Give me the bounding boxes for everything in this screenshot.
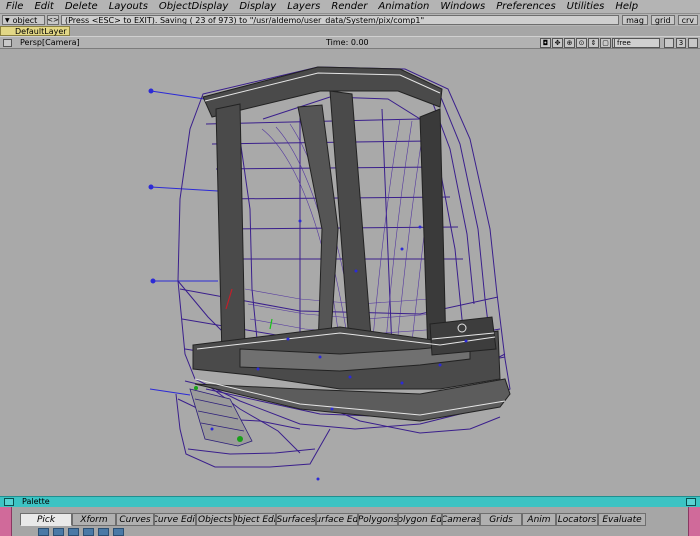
menu-layers[interactable]: Layers [287, 1, 320, 12]
frame-icon[interactable]: ▢ [600, 38, 611, 48]
pick-template-icon[interactable] [98, 528, 109, 536]
menu-render[interactable]: Render [331, 1, 367, 12]
menu-animation[interactable]: Animation [378, 1, 429, 12]
menu-display[interactable]: Display [239, 1, 276, 12]
menu-preferences[interactable]: Preferences [496, 1, 555, 12]
palette-close-button[interactable] [4, 498, 14, 506]
rear-pillar [297, 104, 339, 350]
perspective-viewport[interactable] [0, 49, 700, 496]
palette-tab-locators[interactable]: Locators [556, 513, 598, 526]
green-axis-marker [269, 318, 273, 330]
menu-utilities[interactable]: Utilities [567, 1, 605, 12]
palette-collapse-button[interactable] [686, 498, 696, 506]
palette-tab-curve-edit[interactable]: Curve Edit [154, 513, 196, 526]
viewport-header: Persp[Camera] Time: 0.00 ◘✥⊕⊙⇕▢# free 3 [0, 36, 700, 49]
menu-help[interactable]: Help [615, 1, 638, 12]
pick-point-icon[interactable] [68, 528, 79, 536]
prompt-line: ▼ object <> (Press <ESC> to EXIT). Savin… [0, 14, 700, 26]
viewport-title: Persp[Camera] [20, 38, 80, 47]
grid-button[interactable]: grid [650, 15, 675, 25]
palette-tab-objects[interactable]: Objects [196, 513, 234, 526]
viewport-time: Time: 0.00 [326, 38, 369, 47]
locator-point[interactable] [148, 88, 154, 94]
viewport-toggle-icon[interactable] [664, 38, 674, 48]
palette-tabs: PickXformCurvesCurve EditObjectsObject E… [20, 513, 646, 526]
palette-tab-anim[interactable]: Anim [522, 513, 556, 526]
right-pillar [419, 108, 447, 356]
zoom-icon[interactable]: ⊕ [564, 38, 575, 48]
viewport-number[interactable]: 3 [676, 38, 686, 48]
shaded-frame [192, 66, 511, 422]
menu-delete[interactable]: Delete [65, 1, 98, 12]
camera-icon[interactable]: ◘ [540, 38, 551, 48]
wireframe-model-canvas[interactable] [0, 49, 700, 496]
pick-mode-label: object [12, 15, 38, 25]
magnify-icon[interactable]: ⊙ [576, 38, 587, 48]
palette-tab-polygons[interactable]: Polygons [358, 513, 398, 526]
palette-titlebar: Palette [0, 496, 700, 507]
layer-bar: DefaultLayer [0, 26, 700, 36]
palette-tool-icons [38, 528, 128, 536]
viewport-tools: ◘✥⊕⊙⇕▢# [540, 38, 624, 48]
menu-windows[interactable]: Windows [440, 1, 485, 12]
viewport-maximize-icon[interactable] [688, 38, 698, 48]
green-pivot-dot[interactable] [237, 436, 243, 442]
pick-nothing-icon[interactable] [113, 528, 124, 536]
pick-curve-icon[interactable] [83, 528, 94, 536]
palette-tab-object-edit[interactable]: Object Edit [234, 513, 276, 526]
menu-layouts[interactable]: Layouts [109, 1, 148, 12]
mag-button[interactable]: mag [622, 15, 648, 25]
dolly-icon[interactable]: ⇕ [588, 38, 599, 48]
crv-button[interactable]: crv [677, 15, 698, 25]
palette-tab-evaluate[interactable]: Evaluate [598, 513, 646, 526]
triangle-icon: ▼ [5, 16, 10, 24]
default-layer-tab[interactable]: DefaultLayer [0, 26, 70, 36]
pick-component-icon[interactable] [53, 528, 64, 536]
locator-point[interactable] [148, 184, 154, 190]
palette-tab-surface-edit[interactable]: Surface Edit [316, 513, 358, 526]
pick-object-icon[interactable] [38, 528, 49, 536]
prompt-history-button[interactable]: <> [47, 15, 59, 25]
prompt-message-field[interactable]: (Press <ESC> to EXIT). Saving ( 23 of 97… [61, 15, 620, 25]
viewport-close-button[interactable] [3, 39, 12, 47]
locator-point[interactable] [150, 278, 156, 284]
palette-tab-surfaces[interactable]: Surfaces [276, 513, 316, 526]
palette-tab-xform[interactable]: Xform [72, 513, 116, 526]
palette-tab-grids[interactable]: Grids [480, 513, 522, 526]
palette-panel: PickXformCurvesCurve EditObjectsObject E… [0, 507, 700, 536]
menu-objectdisplay[interactable]: ObjectDisplay [159, 1, 228, 12]
menu-edit[interactable]: Edit [34, 1, 53, 12]
menu-bar: File Edit Delete Layouts ObjectDisplay Displa… [0, 0, 700, 14]
palette-title: Palette [22, 497, 50, 506]
locator-line [149, 388, 191, 396]
view-mode-field[interactable]: free [614, 38, 660, 48]
locator-line [150, 186, 219, 192]
left-pillar [215, 103, 246, 358]
palette-left-edge [0, 507, 12, 536]
palette-right-edge [688, 507, 700, 536]
palette-tab-cameras[interactable]: Cameras [442, 513, 480, 526]
palette-tab-curves[interactable]: Curves [116, 513, 154, 526]
pick-mode-selector[interactable]: ▼ object [2, 15, 45, 25]
palette-tab-polygon-edit[interactable]: Polygon Edit [398, 513, 442, 526]
green-pivot-dot[interactable] [194, 386, 198, 390]
menu-file[interactable]: File [6, 1, 23, 12]
palette-tab-pick[interactable]: Pick [20, 513, 72, 526]
pan-icon[interactable]: ✥ [552, 38, 563, 48]
